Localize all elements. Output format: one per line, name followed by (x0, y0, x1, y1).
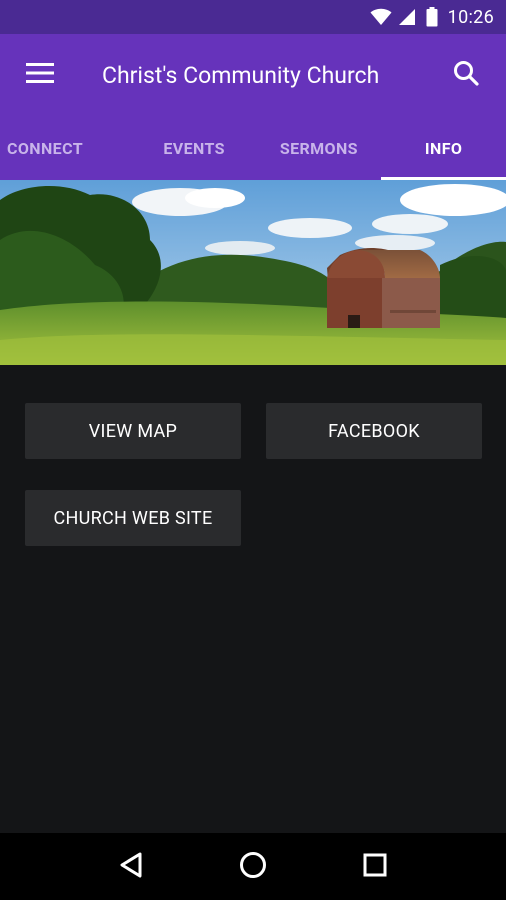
tab-connect[interactable]: CONNECT (0, 116, 132, 180)
app-title: Christ's Community Church (102, 61, 380, 89)
battery-icon (426, 7, 438, 27)
home-icon (239, 851, 267, 883)
app-bar: Christ's Community Church (0, 34, 506, 116)
system-nav-bar (0, 833, 506, 900)
recents-icon (363, 853, 387, 881)
search-button[interactable] (426, 34, 506, 116)
tab-info[interactable]: INFO (381, 116, 506, 180)
cell-signal-icon (398, 8, 416, 26)
hero-image (0, 180, 506, 365)
tab-sermons[interactable]: SERMONS (257, 116, 382, 180)
menu-button[interactable] (0, 34, 80, 116)
view-map-button[interactable]: VIEW MAP (25, 403, 241, 459)
back-icon (118, 851, 144, 883)
search-icon (453, 60, 479, 90)
church-web-site-button[interactable]: CHURCH WEB SITE (25, 490, 241, 546)
back-button[interactable] (101, 837, 161, 897)
tab-events[interactable]: EVENTS (132, 116, 257, 180)
clock: 10:26 (447, 6, 494, 28)
facebook-button[interactable]: FACEBOOK (266, 403, 482, 459)
wifi-icon (370, 8, 392, 26)
home-button[interactable] (223, 837, 283, 897)
info-content: VIEW MAP FACEBOOK CHURCH WEB SITE (0, 365, 506, 833)
recents-button[interactable] (345, 837, 405, 897)
tab-bar: CONNECT EVENTS SERMONS INFO (0, 116, 506, 180)
hamburger-menu-icon (26, 62, 54, 88)
status-bar: 10:26 (0, 0, 506, 34)
